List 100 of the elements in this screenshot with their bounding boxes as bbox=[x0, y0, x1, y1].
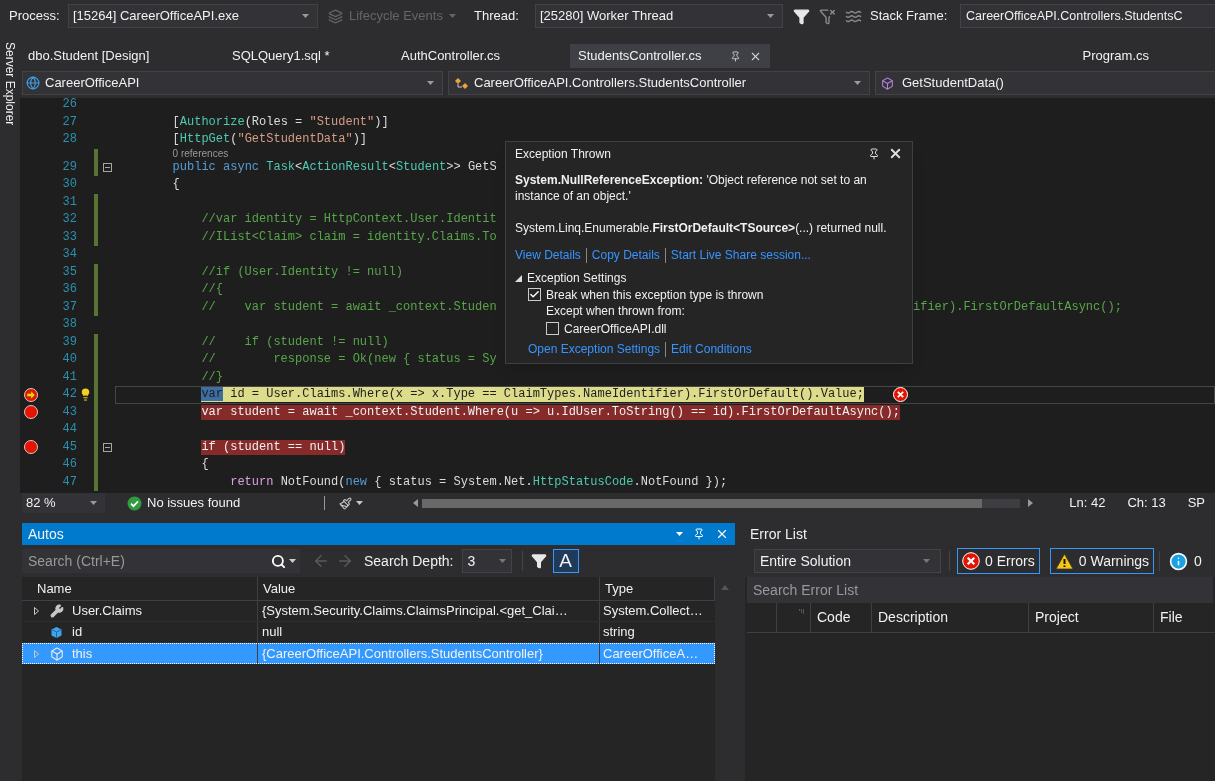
lightbulb-icon[interactable] bbox=[79, 388, 92, 402]
check-icon bbox=[127, 495, 142, 511]
issues-status[interactable]: No issues found bbox=[147, 493, 241, 513]
errors-filter-button[interactable]: 0 Errors bbox=[957, 548, 1040, 574]
caret-icon bbox=[767, 14, 774, 18]
breakpoint-icon[interactable] bbox=[24, 405, 38, 420]
scope-dropdown[interactable]: Entire Solution bbox=[754, 549, 941, 573]
autos-row[interactable]: User.Claims {System.Security.Claims.ClaimsPrincipal.<get_Clai… System.Collect… bbox=[22, 601, 715, 622]
popup-link[interactable]: Copy Details bbox=[591, 246, 660, 264]
line-number: 34 bbox=[62, 246, 77, 263]
code-line: [Authorize(Roles = "Student")] bbox=[172, 114, 389, 130]
checkbox[interactable] bbox=[546, 322, 559, 335]
breakpoint-icon[interactable] bbox=[24, 440, 38, 455]
collapse-icon[interactable] bbox=[103, 162, 112, 172]
filter-clear-icon[interactable] bbox=[819, 7, 836, 25]
column-indicator: Ch: 13 bbox=[1127, 494, 1166, 513]
brush-icon[interactable] bbox=[339, 496, 353, 510]
variable-type: System.Collect… bbox=[602, 602, 704, 621]
code-line: //IList<Claim> claim = identity.Claims.To bbox=[201, 229, 497, 245]
server-explorer-tab[interactable]: Server Explorer bbox=[1, 42, 19, 126]
process-label: Process: bbox=[9, 7, 61, 26]
line-number: 42 bbox=[62, 386, 77, 403]
cube-icon bbox=[50, 625, 63, 639]
scroll-right-icon[interactable] bbox=[1028, 499, 1034, 507]
depth-dropdown[interactable]: 3 bbox=[461, 549, 512, 573]
code-line: [HttpGet("GetStudentData")] bbox=[172, 132, 368, 148]
member-dropdown[interactable]: GetStudentData() bbox=[875, 71, 1215, 95]
filter-icon[interactable] bbox=[530, 553, 547, 569]
line-number: 46 bbox=[62, 456, 77, 473]
warnings-filter-button[interactable]: 0 Warnings bbox=[1049, 548, 1155, 574]
search-input[interactable]: Search Error List bbox=[753, 579, 1207, 601]
line-number: 32 bbox=[62, 211, 77, 228]
break-checkbox[interactable]: Break when this exception type is thrown bbox=[528, 286, 903, 303]
caret-icon bbox=[90, 501, 97, 505]
line-number: 26 bbox=[62, 98, 77, 113]
document-tab[interactable]: Program.cs bbox=[1074, 44, 1157, 68]
search-field[interactable]: Search Error List bbox=[747, 577, 1213, 603]
search-field[interactable]: Search (Ctrl+E) bbox=[22, 549, 300, 573]
code-line: //{ bbox=[201, 282, 223, 298]
code-line: // response = Ok(new { status = Sy bbox=[201, 352, 497, 368]
thread-dropdown[interactable]: [25280] Worker Thread bbox=[535, 4, 783, 28]
document-tab[interactable]: dbo.Student [Design] bbox=[20, 44, 224, 68]
pin-icon[interactable] bbox=[730, 50, 741, 62]
cube-icon bbox=[50, 646, 64, 661]
search-input[interactable]: Search (Ctrl+E) bbox=[28, 550, 271, 572]
column-header[interactable]: Project bbox=[1029, 603, 1154, 632]
breakpoint-arrow-icon[interactable] bbox=[24, 387, 38, 402]
hex-toggle[interactable]: A bbox=[552, 549, 579, 573]
column-header[interactable]: Code bbox=[811, 603, 872, 632]
caret-icon bbox=[448, 14, 456, 18]
method-icon bbox=[881, 76, 894, 90]
code-line: { bbox=[201, 457, 209, 473]
popup-link[interactable]: Open Exception Settings bbox=[528, 340, 661, 358]
project-dropdown[interactable]: CareerOfficeAPI bbox=[22, 71, 443, 95]
caret-icon bbox=[676, 532, 683, 536]
code-line: { bbox=[172, 177, 180, 193]
variable-value: {System.Security.Claims.ClaimsPrincipal.<get_Clai… bbox=[258, 601, 600, 621]
popup-title: Exception Thrown bbox=[515, 145, 611, 163]
references-link[interactable]: 0 references bbox=[172, 146, 229, 161]
scroll-left-icon[interactable] bbox=[413, 499, 419, 507]
process-dropdown[interactable]: [15264] CareerOfficeAPI.exe bbox=[68, 4, 318, 28]
column-header[interactable]: Name bbox=[22, 577, 258, 600]
column-header[interactable]: Value bbox=[258, 577, 600, 600]
zoom-dropdown[interactable]: 82 % bbox=[22, 493, 105, 513]
line-number: 38 bbox=[62, 316, 77, 333]
code-line: return NotFound(new { status = System.Net.HttpStatusCode.NotFound }); bbox=[230, 474, 728, 490]
popup-link[interactable]: View Details bbox=[515, 246, 581, 264]
expand-icon[interactable] bbox=[33, 607, 39, 615]
checkbox[interactable] bbox=[528, 288, 541, 301]
messages-filter-button[interactable]: 0 bbox=[1165, 548, 1206, 574]
close-icon[interactable] bbox=[888, 146, 903, 161]
code-line: //if (User.Identity != null) bbox=[201, 264, 404, 280]
line-number: 33 bbox=[62, 228, 77, 246]
caret-icon bbox=[854, 81, 861, 85]
class-dropdown[interactable]: CareerOfficeAPI.Controllers.StudentsController bbox=[448, 71, 870, 95]
code-line: // var student = await _context.Studen bbox=[201, 299, 497, 315]
module-checkbox[interactable]: CareerOfficeAPI.dll bbox=[528, 320, 903, 337]
error-icon bbox=[962, 552, 980, 570]
document-tab[interactable]: AuthController.cs bbox=[393, 44, 570, 68]
document-tab[interactable]: StudentsController.cs bbox=[570, 44, 770, 68]
code-line: //} bbox=[201, 369, 223, 385]
filter-icon[interactable] bbox=[793, 7, 810, 25]
document-tab[interactable]: SQLQuery1.sql * bbox=[224, 44, 393, 68]
collapse-icon[interactable] bbox=[103, 442, 112, 452]
search-icon[interactable] bbox=[271, 553, 286, 569]
popup-link[interactable]: Edit Conditions bbox=[671, 340, 752, 358]
info-icon bbox=[1169, 551, 1189, 571]
variable-value: {CareerOfficeAPI.Controllers.StudentsController} bbox=[258, 643, 600, 664]
column-header[interactable]: Description bbox=[872, 603, 1029, 632]
pin-icon[interactable] bbox=[868, 147, 880, 160]
stack-frame-dropdown[interactable]: CareerOfficeAPI.Controllers.StudentsC bbox=[960, 4, 1215, 28]
expand-icon[interactable] bbox=[515, 274, 522, 282]
caret-icon bbox=[289, 559, 296, 563]
stack-frame-label: Stack Frame: bbox=[870, 7, 949, 26]
column-header[interactable]: File bbox=[1154, 603, 1215, 632]
code-text: ifier).FirstOrDefaultAsync(); bbox=[913, 299, 1122, 317]
popup-link[interactable]: Start Live Share session... bbox=[670, 246, 811, 264]
variable-value: null bbox=[258, 622, 600, 642]
variable-type: string bbox=[602, 623, 636, 642]
line-number: 27 bbox=[62, 113, 77, 131]
